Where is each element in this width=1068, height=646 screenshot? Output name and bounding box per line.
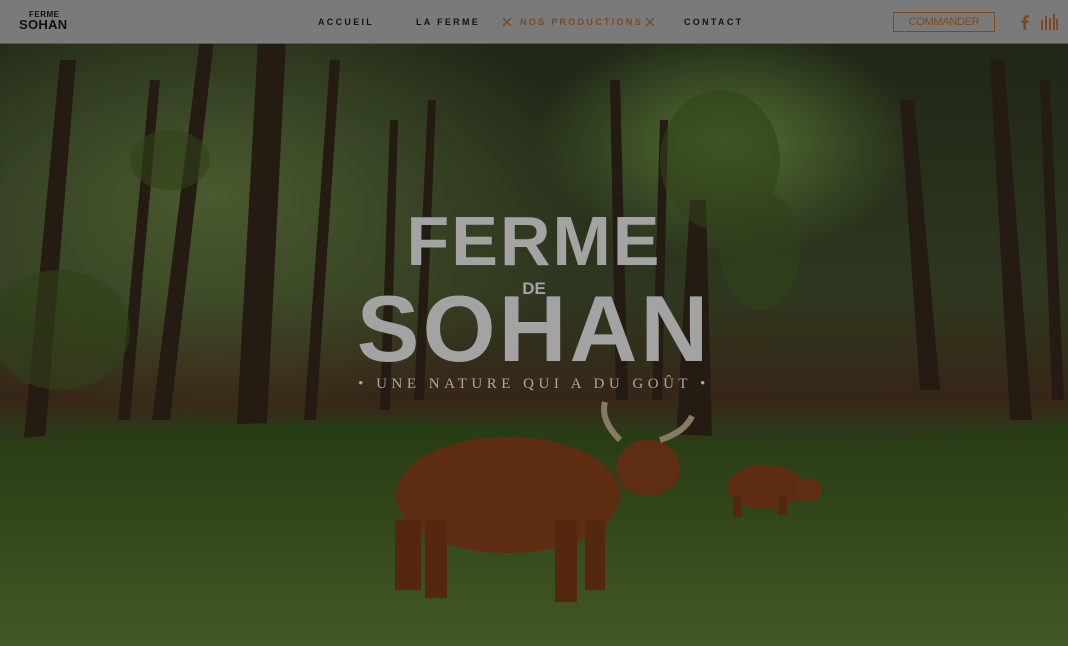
bars-icon[interactable] bbox=[1040, 14, 1058, 30]
facebook-icon[interactable] bbox=[1019, 14, 1031, 30]
site-logo[interactable]: FERME SOHAN bbox=[19, 11, 68, 32]
close-icon bbox=[645, 17, 655, 27]
hero-section: FERME DE SOHAN • UNE NATURE QUI A DU GOÛ… bbox=[0, 0, 1068, 646]
nav-accueil[interactable]: ACCUEIL bbox=[318, 0, 374, 44]
close-icon bbox=[502, 17, 512, 27]
logo-line2: SOHAN bbox=[19, 17, 68, 32]
nav-contact[interactable]: CONTACT bbox=[684, 0, 743, 44]
site-header: FERME SOHAN ACCUEIL LA FERME NOS PRODUCT… bbox=[0, 0, 1068, 44]
nav-nos-productions[interactable]: NOS PRODUCTIONS bbox=[520, 0, 643, 44]
nav-la-ferme[interactable]: LA FERME bbox=[416, 0, 480, 44]
hero-dark-overlay bbox=[0, 0, 1068, 646]
commander-button[interactable]: COMMANDER bbox=[893, 12, 995, 32]
